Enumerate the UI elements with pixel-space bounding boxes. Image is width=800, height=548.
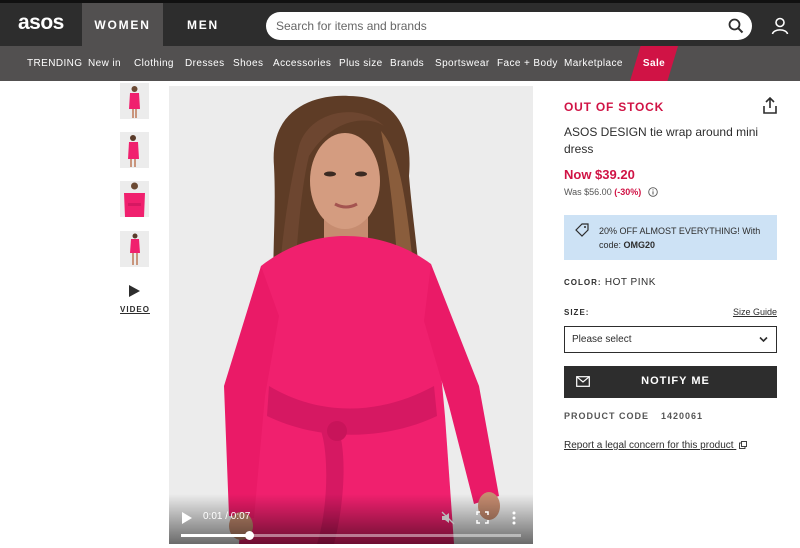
discount-percent: (-30%) <box>614 187 642 197</box>
product-code-label: PRODUCT CODE <box>564 411 650 421</box>
nav-item-face-body[interactable]: Face + Body <box>497 46 558 81</box>
nav-item-dresses[interactable]: Dresses <box>185 46 224 81</box>
play-icon[interactable] <box>182 512 192 524</box>
product-code-value: 1420061 <box>661 411 704 421</box>
nav-item-marketplace[interactable]: Marketplace <box>564 46 623 81</box>
nav-item-sale[interactable]: Sale <box>630 46 678 81</box>
info-icon[interactable] <box>647 187 658 197</box>
video-progress-knob[interactable] <box>245 531 254 540</box>
size-label: SIZE: <box>564 308 590 317</box>
thumbnail-3[interactable] <box>120 181 149 217</box>
legal-concern-label: Report a legal concern for this product <box>564 440 734 451</box>
nav-item-plus-size[interactable]: Plus size <box>339 46 383 81</box>
tab-women[interactable]: WOMEN <box>82 3 163 46</box>
top-bar: asos WOMEN MEN <box>0 0 800 46</box>
size-select-value: Please select <box>572 334 632 345</box>
share-icon[interactable] <box>762 97 778 114</box>
nav-item-shoes[interactable]: Shoes <box>233 46 263 81</box>
notify-me-button[interactable]: NOTIFY ME <box>564 366 777 398</box>
nav-item-brands[interactable]: Brands <box>390 46 424 81</box>
account-icon[interactable] <box>770 16 790 36</box>
chevron-down-icon <box>759 336 768 343</box>
video-play-icon[interactable] <box>127 284 141 298</box>
nav-item-clothing[interactable]: Clothing <box>134 46 174 81</box>
product-title: ASOS DESIGN tie wrap around mini dress <box>564 125 759 156</box>
search-input[interactable] <box>276 12 716 40</box>
video-controls: 0:01 / 0:07 <box>169 494 533 544</box>
tab-men[interactable]: MEN <box>163 3 243 46</box>
thumbnail-4[interactable] <box>120 231 149 267</box>
promo-code: OMG20 <box>623 240 656 250</box>
more-options-icon[interactable] <box>511 510 517 526</box>
mute-icon[interactable] <box>441 511 455 525</box>
price-tag-icon <box>575 223 589 237</box>
color-info: COLOR: HOT PINK <box>564 277 656 288</box>
thumbnail-1[interactable] <box>120 83 149 119</box>
video-time: 0:01 / 0:07 <box>203 511 251 522</box>
nav-item-trending[interactable]: TRENDING <box>27 46 82 81</box>
product-video[interactable]: 0:01 / 0:07 <box>169 86 533 544</box>
search-box <box>266 12 752 40</box>
previous-price: Was $56.00 (-30%) <box>564 187 658 197</box>
nav-item-sportswear[interactable]: Sportswear <box>435 46 490 81</box>
size-guide-link[interactable]: Size Guide <box>733 307 777 317</box>
thumbnail-2[interactable] <box>120 132 149 168</box>
fullscreen-icon[interactable] <box>476 511 489 524</box>
size-select[interactable]: Please select <box>564 326 777 353</box>
nav-item-accessories[interactable]: Accessories <box>273 46 331 81</box>
was-price: Was $56.00 <box>564 187 612 197</box>
promo-banner: 20% OFF ALMOST EVERYTHING! With code: OM… <box>564 215 777 260</box>
promo-text: 20% OFF ALMOST EVERYTHING! With code: OM… <box>599 224 771 252</box>
asos-logo[interactable]: asos <box>18 11 64 35</box>
video-progress-bar[interactable] <box>181 531 521 540</box>
stock-status: OUT OF STOCK <box>564 100 665 114</box>
category-nav: TRENDING New in Clothing Dresses Shoes A… <box>0 46 800 81</box>
notify-me-label: NOTIFY ME <box>641 375 710 387</box>
color-label: COLOR: <box>564 278 602 287</box>
video-link[interactable]: VIDEO <box>120 305 150 314</box>
color-value: HOT PINK <box>604 277 656 288</box>
product-code: PRODUCT CODE 1420061 <box>564 411 703 421</box>
nav-item-new-in[interactable]: New in <box>88 46 121 81</box>
current-price: Now $39.20 <box>564 167 635 182</box>
search-icon[interactable] <box>728 18 744 34</box>
video-progress-fill <box>181 534 249 537</box>
legal-concern-link[interactable]: Report a legal concern for this product <box>564 440 748 451</box>
external-link-icon <box>739 441 748 449</box>
product-image <box>169 86 533 544</box>
